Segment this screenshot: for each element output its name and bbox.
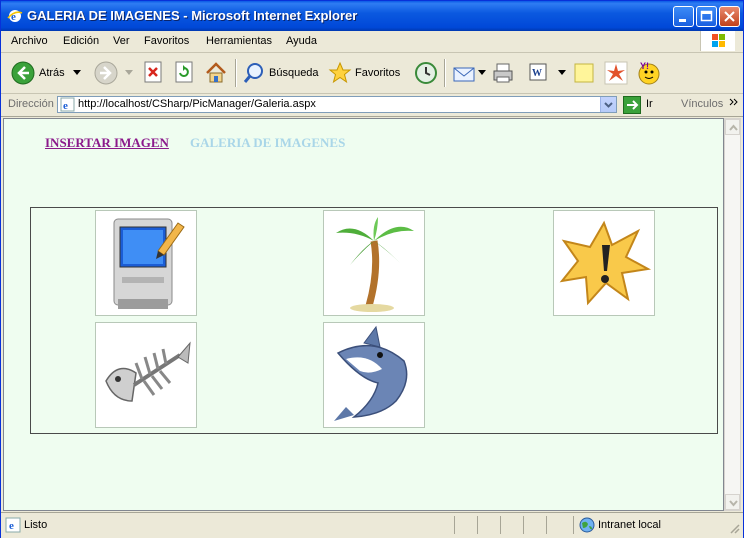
toolbar-separator	[444, 59, 446, 87]
browser-window: e GALERIA DE IMAGENES - Microsoft Intern…	[0, 0, 744, 538]
back-dropdown-icon[interactable]	[73, 70, 81, 94]
home-icon[interactable]	[204, 61, 228, 85]
status-bar: e Listo Intranet local	[1, 512, 743, 538]
address-dropdown-button[interactable]	[600, 97, 616, 112]
refresh-icon[interactable]	[174, 61, 194, 85]
svg-text:e: e	[9, 520, 14, 532]
status-divider	[546, 516, 547, 534]
page-status-icon: e	[5, 517, 21, 533]
print-icon[interactable]	[491, 61, 515, 85]
insert-image-link[interactable]: INSERTAR IMAGEN	[45, 135, 169, 151]
toolbar: Atrás Búsqueda Favoritos W Y!	[1, 53, 743, 94]
computer-icon	[113, 218, 185, 309]
maximize-icon	[700, 10, 713, 22]
back-button-label[interactable]: Atrás	[39, 67, 65, 79]
page-content: INSERTAR IMAGEN GALERIA DE IMAGENES	[3, 118, 724, 511]
search-icon[interactable]	[242, 61, 266, 85]
palm-tree-icon	[336, 217, 414, 312]
fish-skeleton-icon	[105, 341, 191, 402]
menu-favoritos[interactable]: Favoritos	[144, 35, 189, 47]
shark-icon	[334, 325, 408, 421]
address-bar: Dirección e http://localhost/CSharp/PicM…	[1, 94, 743, 117]
menu-bar: Archivo Edición Ver Favoritos Herramient…	[1, 31, 743, 53]
menu-edicion[interactable]: Edición	[63, 35, 99, 47]
menu-herramientas[interactable]: Herramientas	[206, 35, 272, 47]
mail-icon[interactable]	[452, 61, 478, 85]
go-arrow-icon[interactable]	[623, 96, 641, 114]
status-text: Listo	[24, 519, 48, 531]
vertical-scrollbar[interactable]	[724, 118, 741, 511]
menu-ayuda[interactable]: Ayuda	[286, 35, 317, 47]
address-url[interactable]: http://localhost/CSharp/PicManager/Galer…	[78, 98, 316, 110]
gallery-image[interactable]	[95, 210, 197, 316]
close-icon	[724, 11, 735, 22]
scroll-down-button[interactable]	[725, 494, 740, 510]
links-label[interactable]: Vínculos	[681, 98, 723, 110]
minimize-button[interactable]	[673, 6, 694, 27]
security-zone-label: Intranet local	[598, 519, 661, 531]
title-bar[interactable]: e GALERIA DE IMAGENES - Microsoft Intern…	[1, 1, 743, 31]
menu-archivo[interactable]: Archivo	[11, 35, 48, 47]
history-icon[interactable]	[414, 61, 438, 85]
gallery-image[interactable]	[553, 210, 655, 316]
favorites-star-icon[interactable]	[328, 61, 352, 85]
window-title: GALERIA DE IMAGENES - Microsoft Internet…	[27, 8, 358, 23]
address-label: Dirección	[8, 98, 54, 110]
chevron-down-icon	[604, 102, 613, 108]
chevron-up-icon	[729, 124, 738, 131]
messenger-icon[interactable]	[604, 61, 628, 85]
gallery-image[interactable]	[323, 322, 425, 428]
svg-text:W: W	[532, 68, 542, 79]
page-ie-icon: e	[60, 97, 75, 112]
stop-icon[interactable]	[143, 61, 163, 85]
address-input[interactable]: e http://localhost/CSharp/PicManager/Gal…	[57, 96, 617, 113]
discuss-note-icon[interactable]	[573, 61, 595, 85]
maximize-button[interactable]	[696, 6, 717, 27]
close-button[interactable]	[719, 6, 740, 27]
search-button-label[interactable]: Búsqueda	[269, 67, 319, 79]
gallery-image[interactable]	[95, 322, 197, 428]
status-divider	[573, 516, 574, 534]
minimize-icon	[679, 19, 686, 22]
yahoo-icon[interactable]: Y!	[637, 61, 661, 85]
status-divider	[477, 516, 478, 534]
intranet-globe-icon	[579, 517, 595, 533]
status-divider	[523, 516, 524, 534]
favorites-button-label[interactable]: Favoritos	[355, 67, 400, 79]
status-divider	[500, 516, 501, 534]
windows-flag-icon	[700, 31, 735, 51]
image-gallery	[30, 207, 718, 434]
chevron-down-icon	[729, 500, 738, 507]
go-button-label[interactable]: Ir	[646, 98, 653, 110]
edit-word-icon[interactable]: W	[528, 61, 548, 85]
mail-dropdown-icon[interactable]	[478, 70, 486, 94]
chevron-right-icon[interactable]	[729, 97, 739, 107]
svg-text:Y!: Y!	[640, 61, 649, 71]
svg-text:e: e	[63, 100, 68, 112]
edit-dropdown-icon[interactable]	[558, 70, 566, 94]
forward-arrow-icon[interactable]	[94, 61, 118, 85]
warning-icon	[559, 220, 652, 306]
forward-dropdown-icon[interactable]	[125, 70, 133, 94]
scroll-up-button[interactable]	[725, 119, 740, 135]
back-arrow-icon[interactable]	[11, 61, 35, 85]
gallery-image[interactable]	[323, 210, 425, 316]
menu-ver[interactable]: Ver	[113, 35, 130, 47]
ie-logo-icon: e	[7, 10, 23, 23]
status-divider	[454, 516, 455, 534]
resize-grip-icon[interactable]	[728, 522, 740, 534]
toolbar-separator	[235, 59, 237, 87]
gallery-link: GALERIA DE IMAGENES	[190, 135, 346, 150]
